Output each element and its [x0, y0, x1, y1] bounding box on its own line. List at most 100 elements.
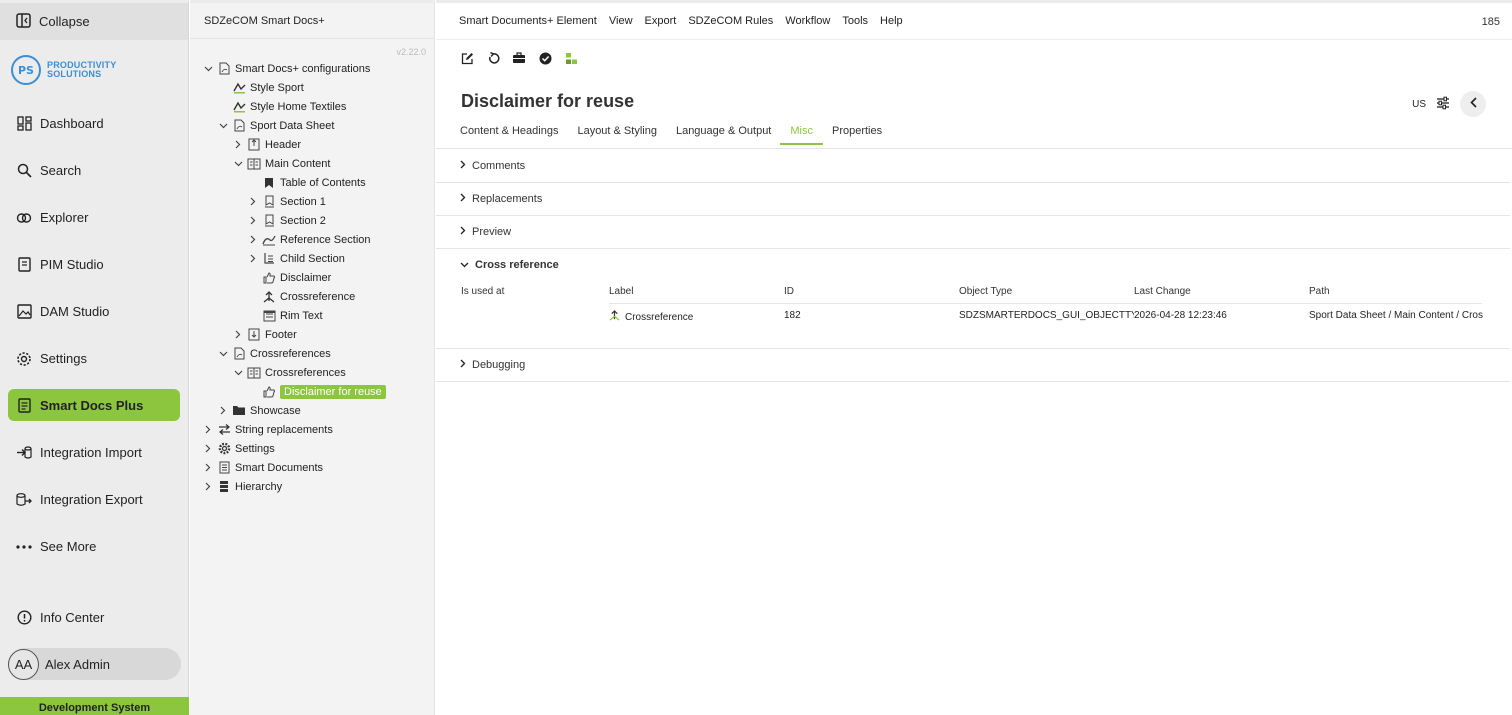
tree-node-label: Main Content	[265, 157, 331, 170]
section-header[interactable]: Replacements	[436, 182, 1510, 215]
chevron-right-icon	[460, 359, 466, 371]
search-icon	[16, 163, 32, 179]
chevron-right-icon[interactable]	[202, 424, 214, 436]
tree-node[interactable]: Main Content	[190, 154, 435, 173]
column-header[interactable]: ID	[784, 286, 794, 297]
hierarchy-green-icon[interactable]	[564, 51, 578, 65]
tree-node[interactable]: Smart Docs+ configurations	[190, 59, 435, 78]
nav-item-pim-studio[interactable]: PIM Studio	[0, 241, 188, 288]
logo-mark: PS	[11, 55, 41, 85]
tree-node[interactable]: Header	[190, 135, 435, 154]
tree-node[interactable]: Hierarchy	[190, 477, 435, 496]
chevron-right-icon[interactable]	[202, 462, 214, 474]
menu-item-view[interactable]: View	[609, 15, 633, 27]
menu-item-help[interactable]: Help	[880, 15, 903, 27]
chevron-down-icon[interactable]	[202, 63, 214, 75]
check-circle-icon[interactable]	[538, 51, 552, 65]
pdf-icon	[217, 62, 231, 76]
chevron-right-icon[interactable]	[202, 443, 214, 455]
menu-item-tools[interactable]: Tools	[842, 15, 868, 27]
tree-node[interactable]: Footer	[190, 325, 435, 344]
nav-item-dam-studio[interactable]: DAM Studio	[0, 288, 188, 335]
tree-list: Smart Docs+ configurations Style Sport S…	[190, 59, 435, 496]
tree-node[interactable]: Style Home Textiles	[190, 97, 435, 116]
section-header[interactable]: Cross reference	[436, 248, 1510, 281]
nav-label: Integration Export	[40, 492, 143, 507]
tree-node-label: Crossreferences	[250, 347, 331, 360]
menu-item-export[interactable]: Export	[645, 15, 677, 27]
menu-item-rules[interactable]: SDZeCOM Rules	[688, 15, 773, 27]
main-navigation: Collapse PS PRODUCTIVITY SOLUTIONS Dashb…	[0, 0, 189, 715]
chevron-down-icon[interactable]	[217, 120, 229, 132]
reload-icon[interactable]	[486, 51, 500, 65]
tab-content-headings[interactable]: Content & Headings	[460, 125, 558, 145]
nav-item-info-center[interactable]: Info Center	[0, 596, 189, 638]
tree-node[interactable]: Section 2	[190, 211, 435, 230]
chevron-right-icon[interactable]	[202, 481, 214, 493]
nav-item-integration-import[interactable]: Integration Import	[0, 429, 188, 476]
menu-item-element[interactable]: Smart Documents+ Element	[459, 15, 597, 27]
briefcase-icon[interactable]	[512, 51, 526, 65]
chevron-right-icon[interactable]	[247, 215, 259, 227]
tree-node[interactable]: Crossreferences	[190, 344, 435, 363]
table-cell-label[interactable]: Crossreference	[609, 310, 693, 324]
menu-item-workflow[interactable]: Workflow	[785, 15, 830, 27]
tree-node[interactable]: Crossreferences	[190, 363, 435, 382]
tree-node[interactable]: Smart Documents	[190, 458, 435, 477]
chevron-down-icon[interactable]	[232, 367, 244, 379]
nav-item-dashboard[interactable]: Dashboard	[0, 100, 188, 147]
tree-node[interactable]: Reference Section	[190, 230, 435, 249]
tree-node-label: Sport Data Sheet	[250, 119, 335, 132]
chevron-right-icon[interactable]	[217, 405, 229, 417]
nav-item-search[interactable]: Search	[0, 147, 188, 194]
tree-node[interactable]: Showcase	[190, 401, 435, 420]
nav-item-smart-docs-plus[interactable]: Smart Docs Plus	[8, 389, 180, 421]
column-header[interactable]: Path	[1309, 286, 1330, 297]
tree-node[interactable]: Sport Data Sheet	[190, 116, 435, 135]
section-header[interactable]: Debugging	[436, 348, 1510, 381]
section-header[interactable]: Comments	[436, 149, 1510, 182]
back-button[interactable]	[1460, 91, 1486, 117]
tab-misc[interactable]: Misc	[780, 125, 823, 145]
locale-selector[interactable]: US	[1412, 99, 1426, 110]
column-header[interactable]: Object Type	[959, 286, 1012, 297]
tree-node[interactable]: Table of Contents	[190, 173, 435, 192]
nav-label: See More	[40, 539, 97, 554]
section-title: Comments	[472, 159, 526, 172]
chevron-right-icon[interactable]	[247, 234, 259, 246]
tab-layout-styling[interactable]: Layout & Styling	[577, 125, 657, 145]
collapse-button[interactable]: Collapse	[0, 3, 188, 40]
section-header[interactable]: Preview	[436, 215, 1510, 248]
tree-node[interactable]: String replacements	[190, 420, 435, 439]
import-icon	[16, 445, 32, 461]
nav-item-integration-export[interactable]: Integration Export	[0, 476, 188, 523]
column-header[interactable]: Label	[609, 286, 633, 297]
user-menu[interactable]: AA Alex Admin	[8, 648, 181, 680]
nav-item-settings[interactable]: Settings	[0, 335, 188, 382]
tree-node[interactable]: Section 1	[190, 192, 435, 211]
tree-node-selected[interactable]: Disclaimer for reuse	[190, 382, 435, 401]
tree-node[interactable]: Style Sport	[190, 78, 435, 97]
tree-node[interactable]: Rim Text	[190, 306, 435, 325]
tab-language-output[interactable]: Language & Output	[676, 125, 771, 145]
chevron-right-icon[interactable]	[232, 139, 244, 151]
chevron-down-icon[interactable]	[232, 158, 244, 170]
column-header[interactable]: Last Change	[1134, 286, 1191, 297]
tree-node[interactable]: Settings	[190, 439, 435, 458]
tree-node-label: Section 2	[280, 214, 326, 227]
tree-node[interactable]: Child Section	[190, 249, 435, 268]
gear-icon	[217, 442, 231, 456]
chevron-right-icon	[460, 193, 466, 205]
chevron-right-icon[interactable]	[232, 329, 244, 341]
nav-item-explorer[interactable]: Explorer	[0, 194, 188, 241]
chevron-right-icon[interactable]	[247, 253, 259, 265]
tree-node[interactable]: Disclaimer	[190, 268, 435, 287]
tab-properties[interactable]: Properties	[832, 125, 882, 145]
sliders-icon[interactable]	[1436, 96, 1450, 113]
chevron-right-icon[interactable]	[247, 196, 259, 208]
section-icon	[262, 214, 276, 228]
edit-icon[interactable]	[460, 51, 474, 65]
chevron-down-icon[interactable]	[217, 348, 229, 360]
nav-item-see-more[interactable]: See More	[0, 523, 188, 570]
tree-node[interactable]: Crossreference	[190, 287, 435, 306]
